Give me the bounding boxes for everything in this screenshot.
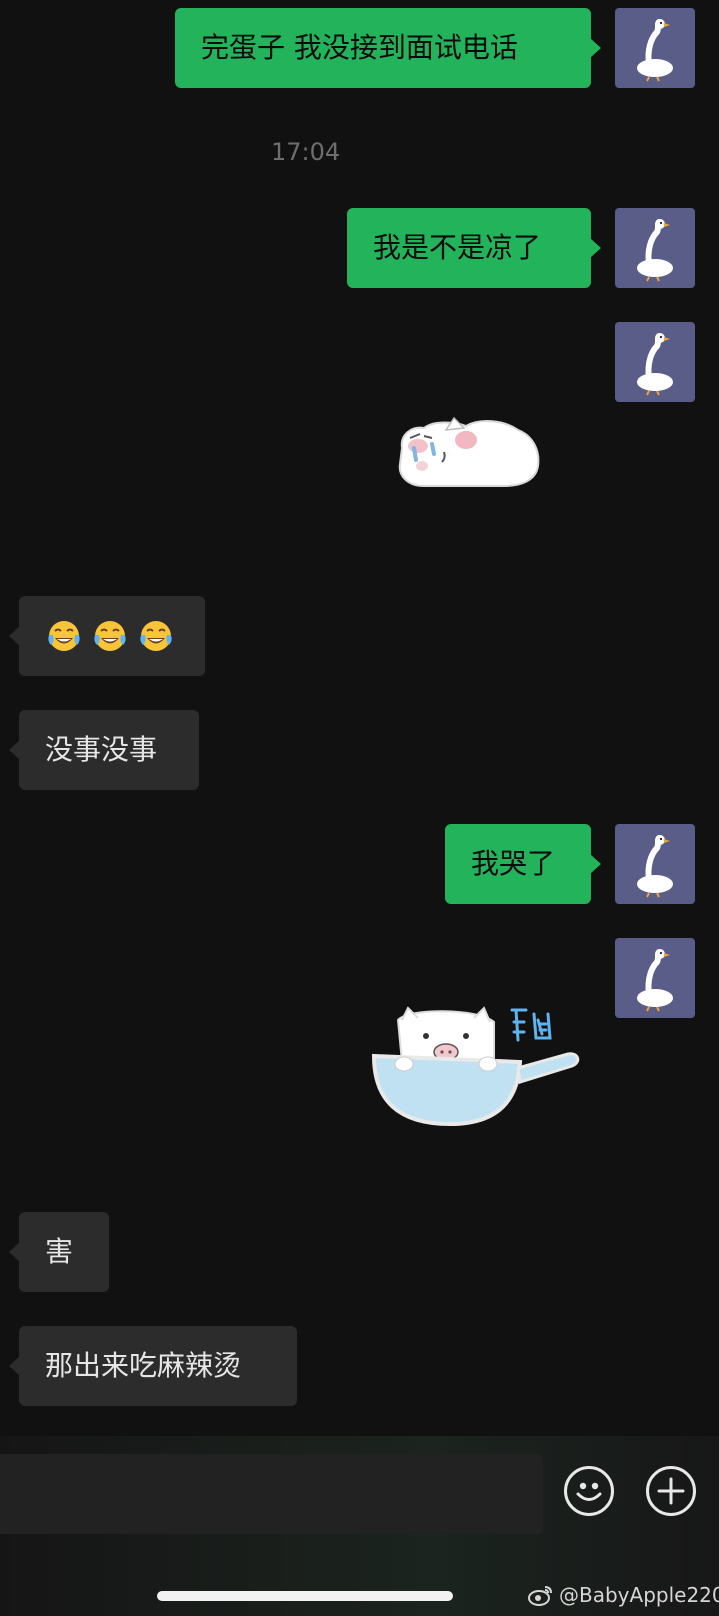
- incoming-message[interactable]: 那出来吃麻辣烫: [9, 1326, 297, 1406]
- emoji-button[interactable]: [564, 1466, 614, 1516]
- avatar[interactable]: [615, 8, 695, 88]
- avatar[interactable]: [615, 824, 695, 904]
- message-input[interactable]: [0, 1454, 543, 1534]
- goose-avatar-icon: [637, 219, 673, 282]
- goose-avatar-icon: [637, 949, 673, 1012]
- crying-pig-sticker[interactable]: [394, 408, 546, 500]
- timestamp: 17:04: [271, 138, 341, 166]
- incoming-message[interactable]: 害: [9, 1212, 109, 1292]
- outgoing-message[interactable]: 我是不是凉了: [347, 208, 601, 288]
- crying-pig-icon: [398, 416, 540, 487]
- face-with-tears-of-joy-icon: [48, 621, 80, 651]
- sticker-caption: 自闭: [368, 1000, 370, 1001]
- home-indicator[interactable]: [157, 1591, 453, 1601]
- emoji-row: [45, 596, 179, 676]
- pig-in-pan-sticker[interactable]: 自闭: [368, 1000, 590, 1132]
- goose-avatar-icon: [637, 333, 673, 396]
- plus-icon: [657, 1477, 685, 1505]
- outgoing-message[interactable]: 完蛋子 我没接到面试电话: [175, 8, 601, 88]
- message-text: 我哭了: [471, 847, 556, 880]
- goose-avatar-icon: [637, 19, 673, 82]
- incoming-message[interactable]: [9, 596, 205, 676]
- goose-avatar-icon: [637, 835, 673, 898]
- watermark: @BabyApple220: [528, 1583, 719, 1607]
- message-text: 没事没事: [45, 733, 158, 766]
- avatar[interactable]: [615, 208, 695, 288]
- face-with-tears-of-joy-icon: [94, 621, 126, 651]
- avatar[interactable]: [615, 322, 695, 402]
- message-text: 我是不是凉了: [373, 231, 542, 264]
- message-text: 害: [45, 1235, 74, 1268]
- message-text: 完蛋子 我没接到面试电话: [201, 31, 518, 64]
- pig-in-pan-icon: 自闭: [368, 1000, 580, 1127]
- watermark-text: @BabyApple220: [559, 1583, 719, 1607]
- add-button[interactable]: [646, 1466, 696, 1516]
- smiley-icon: [576, 1482, 602, 1501]
- avatar[interactable]: [615, 938, 695, 1018]
- weibo-logo-icon: [528, 1586, 552, 1606]
- incoming-message[interactable]: 没事没事: [9, 710, 199, 790]
- face-with-tears-of-joy-icon: [140, 621, 172, 651]
- message-text: 那出来吃麻辣烫: [45, 1349, 242, 1382]
- outgoing-message[interactable]: 我哭了: [445, 824, 601, 904]
